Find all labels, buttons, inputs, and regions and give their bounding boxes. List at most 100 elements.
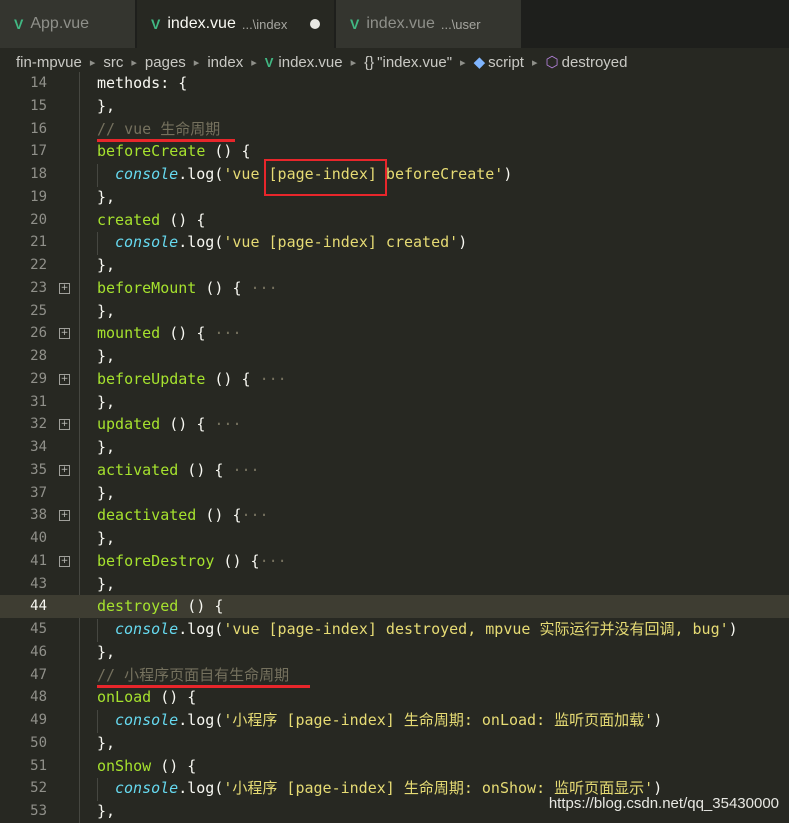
line-number: 50 — [30, 734, 47, 751]
code-token: beforeMount — [97, 278, 197, 297]
line-number: 22 — [30, 257, 47, 273]
code-line[interactable]: 25}, — [0, 300, 789, 323]
code-line[interactable]: 32 + updated () { ··· — [0, 413, 789, 436]
code-token: destroyed — [97, 597, 179, 616]
code-text: }, — [97, 347, 116, 365]
expand-fold-icon[interactable]: + — [59, 419, 70, 431]
tab-label: App.vue — [30, 15, 90, 32]
unsaved-dot-icon[interactable] — [310, 19, 320, 29]
breadcrumb-item[interactable]: src — [103, 54, 123, 71]
code-token: () { — [151, 688, 197, 707]
code-line[interactable]: 46}, — [0, 641, 789, 664]
expand-fold-icon[interactable]: + — [59, 373, 70, 385]
code-text: console.log('小程序 [page-index] 生命周期: onLo… — [115, 709, 662, 732]
braces-icon: {} — [364, 53, 375, 71]
code-line[interactable]: 50}, — [0, 732, 789, 755]
indent-guide — [97, 164, 98, 187]
code-line[interactable]: 18 console.log('vue [page-index] beforeCr… — [0, 163, 789, 186]
code-line[interactable]: 28}, — [0, 345, 789, 368]
code-line[interactable]: 45 console.log('vue [page-index] destroye… — [0, 618, 789, 641]
code-line[interactable]: 20 created () { — [0, 209, 789, 232]
code-line[interactable]: 29 + beforeUpdate () { ··· — [0, 368, 789, 391]
code-line[interactable]: 26 + mounted () { ··· — [0, 322, 789, 345]
line-number: 15 — [30, 97, 47, 114]
code-comment: // 小程序页面自有生命周期 — [97, 665, 290, 684]
chevron-right-icon: ▸ — [350, 56, 357, 69]
code-token: ··· — [259, 551, 287, 570]
code-token: () { — [178, 460, 233, 479]
code-line[interactable]: 41 + beforeDestroy () {··· — [0, 550, 789, 573]
code-token: ··· — [214, 415, 242, 434]
expand-fold-icon[interactable]: + — [59, 555, 70, 567]
code-line[interactable]: 17 beforeCreate () { — [0, 140, 789, 163]
vue-icon: V — [14, 16, 24, 32]
code-token: console — [115, 165, 179, 183]
expand-fold-icon[interactable]: + — [59, 510, 70, 522]
line-number: 21 — [30, 234, 47, 251]
code-line[interactable]: 34}, — [0, 436, 789, 459]
code-line[interactable]: 22}, — [0, 254, 789, 277]
cube-icon: ◆ — [473, 54, 486, 71]
line-number: 35 — [30, 461, 47, 478]
code-line[interactable]: 49 console.log('小程序 [page-index] 生命周期: on… — [0, 709, 789, 732]
code-line[interactable]: 44 destroyed () { — [0, 595, 789, 619]
code-text: }, — [97, 483, 116, 502]
code-token: () { — [160, 415, 215, 434]
tab-index-vue-user[interactable]: V index.vue ...\user — [336, 0, 522, 48]
code-line[interactable]: 47 // 小程序页面自有生命周期 — [0, 664, 789, 687]
line-number: 26 — [30, 325, 47, 342]
chevron-right-icon: ▸ — [131, 56, 137, 69]
code-line[interactable]: 16 // vue 生命周期 — [0, 118, 789, 141]
breadcrumb-item[interactable]: script — [488, 54, 524, 71]
expand-fold-icon[interactable]: + — [59, 282, 70, 294]
line-number: 28 — [30, 348, 47, 364]
code-token: created — [97, 210, 161, 229]
code-text: }, — [97, 574, 116, 593]
code-token: '小程序 [page-index] 生命周期: onLoad: 监听页面加载' — [223, 711, 654, 729]
code-line[interactable]: 15}, — [0, 95, 789, 118]
breadcrumb-item[interactable]: pages — [145, 54, 186, 71]
tab-path: ...\user — [440, 16, 481, 32]
code-line[interactable]: 40}, — [0, 527, 789, 550]
expand-fold-icon[interactable]: + — [59, 464, 70, 476]
code-line[interactable]: 51 onShow () { — [0, 755, 789, 778]
code-token: ··· — [259, 369, 287, 388]
code-line[interactable]: 19}, — [0, 186, 789, 209]
code-token: onShow — [97, 756, 152, 775]
expand-fold-icon[interactable]: + — [59, 328, 70, 340]
code-line[interactable]: 31}, — [0, 391, 789, 414]
code-text: }, — [97, 301, 116, 320]
tab-app-vue[interactable]: V App.vue — [0, 0, 136, 48]
chevron-right-icon: ▸ — [89, 56, 96, 69]
code-token: .log( — [178, 779, 224, 798]
code-line[interactable]: 35 + activated () { ··· — [0, 459, 789, 482]
breadcrumb-item[interactable]: index.vue — [278, 54, 342, 71]
code-token: beforeUpdate — [97, 369, 206, 388]
code-text: destroyed () { — [97, 595, 223, 618]
tab-index-vue-index[interactable]: V index.vue ...\index — [137, 0, 335, 48]
breadcrumb-item[interactable]: fin-mpvue — [16, 54, 82, 71]
code-line[interactable]: 21 console.log('vue [page-index] created'… — [0, 231, 789, 254]
vue-icon: V — [350, 16, 360, 32]
code-line[interactable]: 23 + beforeMount () { ··· — [0, 277, 789, 300]
code-line[interactable]: 37}, — [0, 482, 789, 505]
code-token: 'vue [page-index] destroyed, mpvue 实际运行并… — [223, 620, 729, 638]
annotation-box — [264, 159, 387, 196]
code-editor[interactable]: 14 methods: {15}, 16 // vue 生命周期 17 beforeCre… — [0, 72, 789, 823]
code-line[interactable]: 43}, — [0, 573, 789, 596]
code-line[interactable]: 38 + deactivated () {··· — [0, 504, 789, 527]
line-number: 20 — [30, 211, 47, 228]
code-line[interactable]: 14 methods: { — [0, 72, 789, 95]
line-number: 48 — [30, 689, 47, 706]
code-line[interactable]: 48 onLoad () { — [0, 686, 789, 709]
chevron-right-icon: ▸ — [251, 56, 257, 69]
breadcrumb-item[interactable]: destroyed — [562, 54, 628, 71]
code-text: beforeDestroy () {··· — [97, 550, 287, 573]
breadcrumb-item[interactable]: index — [207, 54, 243, 71]
breadcrumb-item[interactable]: "index.vue" — [377, 54, 452, 71]
code-token: ) — [728, 620, 738, 638]
code-text: }, — [97, 802, 116, 820]
line-number: 52 — [30, 780, 47, 797]
code-token: () { — [214, 551, 260, 570]
code-token: beforeDestroy — [97, 551, 215, 570]
